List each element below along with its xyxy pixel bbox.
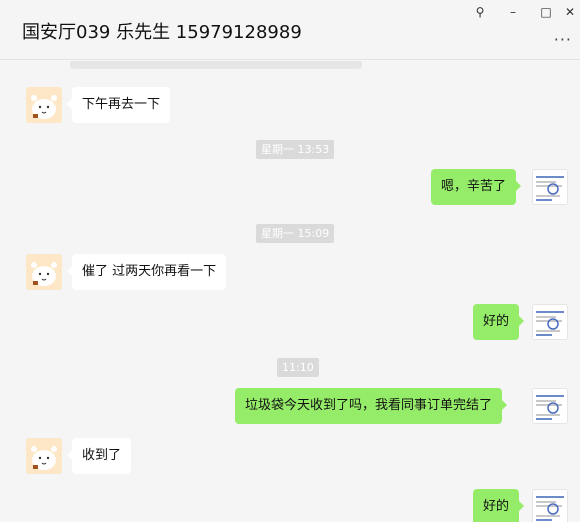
timestamp: 星期一 13:53	[256, 140, 335, 159]
my-avatar[interactable]	[532, 169, 568, 205]
message-bubble[interactable]: 好的	[473, 304, 525, 340]
contact-avatar[interactable]	[26, 87, 62, 123]
my-avatar[interactable]	[532, 388, 568, 424]
message-bubble[interactable]: 催了 过两天你再看一下	[66, 254, 227, 290]
message-bubble[interactable]: 好的	[473, 489, 525, 522]
message-bubble[interactable]: 嗯，辛苦了	[431, 169, 522, 205]
my-avatar[interactable]	[532, 489, 568, 522]
bear-avatar-icon	[26, 438, 62, 474]
message-bubble[interactable]: 垃圾袋今天收到了吗，我看同事订单完结了	[235, 388, 508, 424]
pin-icon[interactable]: ⚲	[470, 3, 490, 21]
contact-avatar[interactable]	[26, 254, 62, 290]
document-thumbnail-icon	[533, 389, 567, 423]
bear-avatar-icon	[26, 254, 62, 290]
bear-avatar-icon	[26, 87, 62, 123]
contact-avatar[interactable]	[26, 438, 62, 474]
my-avatar[interactable]	[532, 304, 568, 340]
message-bubble[interactable]: 收到了	[66, 438, 132, 474]
chat-area[interactable]: 下午再去一下 星期一 13:53 嗯，辛苦了 星期一 15:09 催了 过两天你…	[0, 61, 580, 522]
timestamp: 11:10	[277, 358, 319, 377]
document-thumbnail-icon	[533, 305, 567, 339]
minimize-icon[interactable]: –	[503, 3, 523, 21]
clipped-message	[70, 61, 362, 69]
message-bubble[interactable]: 下午再去一下	[66, 87, 171, 123]
document-thumbnail-icon	[533, 490, 567, 522]
more-options-icon[interactable]: ···	[554, 30, 572, 49]
maximize-icon[interactable]: □	[536, 3, 556, 21]
title-bar: 国安厅039 乐先生 15979128989 ⚲ – □ ✕ ···	[0, 0, 580, 60]
timestamp: 星期一 15:09	[256, 224, 335, 243]
close-icon[interactable]: ✕	[560, 3, 580, 21]
document-thumbnail-icon	[533, 170, 567, 204]
chat-title: 国安厅039 乐先生 15979128989	[22, 22, 302, 43]
